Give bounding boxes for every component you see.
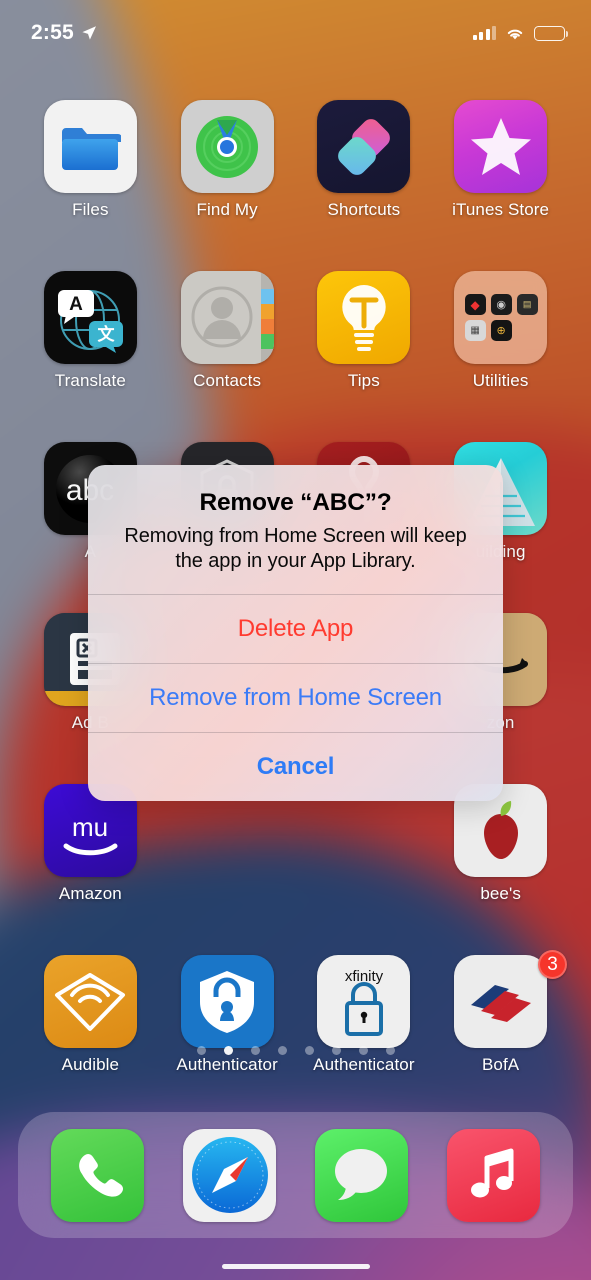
mini-icon-compass-red: ◆	[464, 294, 486, 315]
find-my-icon	[180, 100, 274, 193]
app-label: Shortcuts	[327, 200, 401, 219]
alert-title: Remove “ABC”?	[199, 489, 392, 516]
folder-mini-grid: ◆ ◉ ▤ ▦ ⊕	[464, 294, 538, 341]
alert-header: Remove “ABC”? Removing from Home Screen …	[88, 465, 503, 594]
app-label: Authenticator	[176, 1055, 278, 1074]
phone-icon[interactable]	[51, 1128, 145, 1222]
utilities-folder-icon: ◆ ◉ ▤ ▦ ⊕	[454, 271, 548, 364]
bofa-icon	[454, 955, 548, 1048]
authenticator-shield-icon	[180, 955, 274, 1048]
tips-icon	[317, 271, 411, 364]
app-label: bee's	[480, 884, 521, 903]
app-icon-amazon-music[interactable]: mu Amazon	[22, 784, 159, 904]
app-icon-shortcuts[interactable]: Shortcuts	[296, 100, 433, 220]
app-label: iTunes Store	[452, 200, 550, 219]
cellular-signal-icon	[472, 26, 496, 40]
translate-icon: A 文	[43, 271, 137, 364]
mini-icon-compass: ◉	[490, 294, 512, 315]
app-icon-find-my[interactable]: Find My	[159, 100, 296, 220]
page-dots[interactable]	[0, 1046, 591, 1055]
page-dot-4[interactable]	[304, 1046, 314, 1055]
messages-icon[interactable]	[314, 1128, 408, 1222]
app-icon-hidden-r5c2[interactable]	[159, 784, 296, 904]
notification-badge: 3	[538, 950, 567, 979]
mini-icon-measure: ▤	[516, 294, 538, 315]
shortcuts-icon	[317, 100, 411, 193]
status-bar-time: 2:55	[31, 21, 74, 44]
app-label: Amazon	[58, 884, 122, 903]
contacts-icon	[180, 271, 274, 364]
cancel-button[interactable]: Cancel	[88, 731, 503, 801]
app-label: BofA	[481, 1055, 520, 1074]
svg-text:文: 文	[98, 324, 116, 345]
status-bar-left: 2:55	[31, 21, 97, 45]
page-dot-0[interactable]	[196, 1046, 206, 1055]
app-label: Files	[72, 200, 109, 219]
safari-compass-icon[interactable]	[183, 1128, 277, 1222]
app-label: Translate	[54, 371, 126, 390]
page-dot-6[interactable]	[358, 1046, 368, 1055]
audible-icon	[43, 955, 137, 1048]
svg-text:mu: mu	[72, 812, 108, 842]
app-icon-contacts[interactable]: Contacts	[159, 271, 296, 391]
page-dot-7[interactable]	[385, 1046, 395, 1055]
app-icon-itunes-store[interactable]: iTunes Store	[432, 100, 569, 220]
wifi-icon	[507, 29, 523, 39]
app-icon-xfinity-authenticator[interactable]: xfinity Authenticator	[296, 955, 433, 1075]
app-folder-utilities[interactable]: ◆ ◉ ▤ ▦ ⊕ Utilities	[432, 271, 569, 391]
app-icon-audible[interactable]: Audible	[22, 955, 159, 1075]
app-label: Authenticator	[313, 1055, 415, 1074]
remove-from-home-screen-button[interactable]: Remove from Home Screen	[88, 662, 503, 732]
app-icon-authenticator-shield[interactable]: Authenticator	[159, 955, 296, 1075]
alert-message: Removing from Home Screen will keep the …	[124, 525, 467, 573]
app-label: Tips	[347, 371, 380, 390]
page-dot-1[interactable]	[223, 1046, 233, 1055]
app-label: Audible	[61, 1055, 120, 1074]
app-icon-applebees[interactable]: bee's	[432, 784, 569, 904]
delete-app-button[interactable]: Delete App	[88, 593, 503, 663]
dock	[18, 1112, 573, 1238]
status-bar-right	[472, 25, 568, 41]
location-arrow-icon	[82, 26, 96, 40]
mini-icon-magnifier: ⊕	[490, 320, 512, 341]
app-label: Utilities	[472, 371, 529, 390]
itunes-store-icon	[454, 100, 548, 193]
app-icon-hidden-r5c3[interactable]	[296, 784, 433, 904]
home-indicator[interactable]	[221, 1264, 370, 1269]
remove-app-alert-dialog: Remove “ABC”? Removing from Home Screen …	[88, 465, 503, 801]
page-dot-2[interactable]	[250, 1046, 260, 1055]
app-icon-translate[interactable]: A 文 Translate	[22, 271, 159, 391]
mini-icon-calculator: ▦	[464, 320, 486, 341]
app-icon-bofa[interactable]: 3 BofA	[432, 950, 569, 1075]
page-dot-3[interactable]	[277, 1046, 287, 1055]
page-dot-5[interactable]	[331, 1046, 341, 1055]
app-icon-files[interactable]: Files	[22, 100, 159, 220]
status-bar: 2:55	[0, 0, 591, 56]
files-icon	[43, 100, 137, 193]
music-note-icon[interactable]	[446, 1128, 540, 1222]
svg-text:A: A	[70, 294, 84, 315]
xfinity-authenticator-icon: xfinity	[317, 955, 411, 1048]
battery-icon	[534, 25, 568, 41]
app-label: Contacts	[193, 371, 262, 390]
app-label: Find My	[196, 200, 258, 219]
app-icon-tips[interactable]: Tips	[296, 271, 433, 391]
